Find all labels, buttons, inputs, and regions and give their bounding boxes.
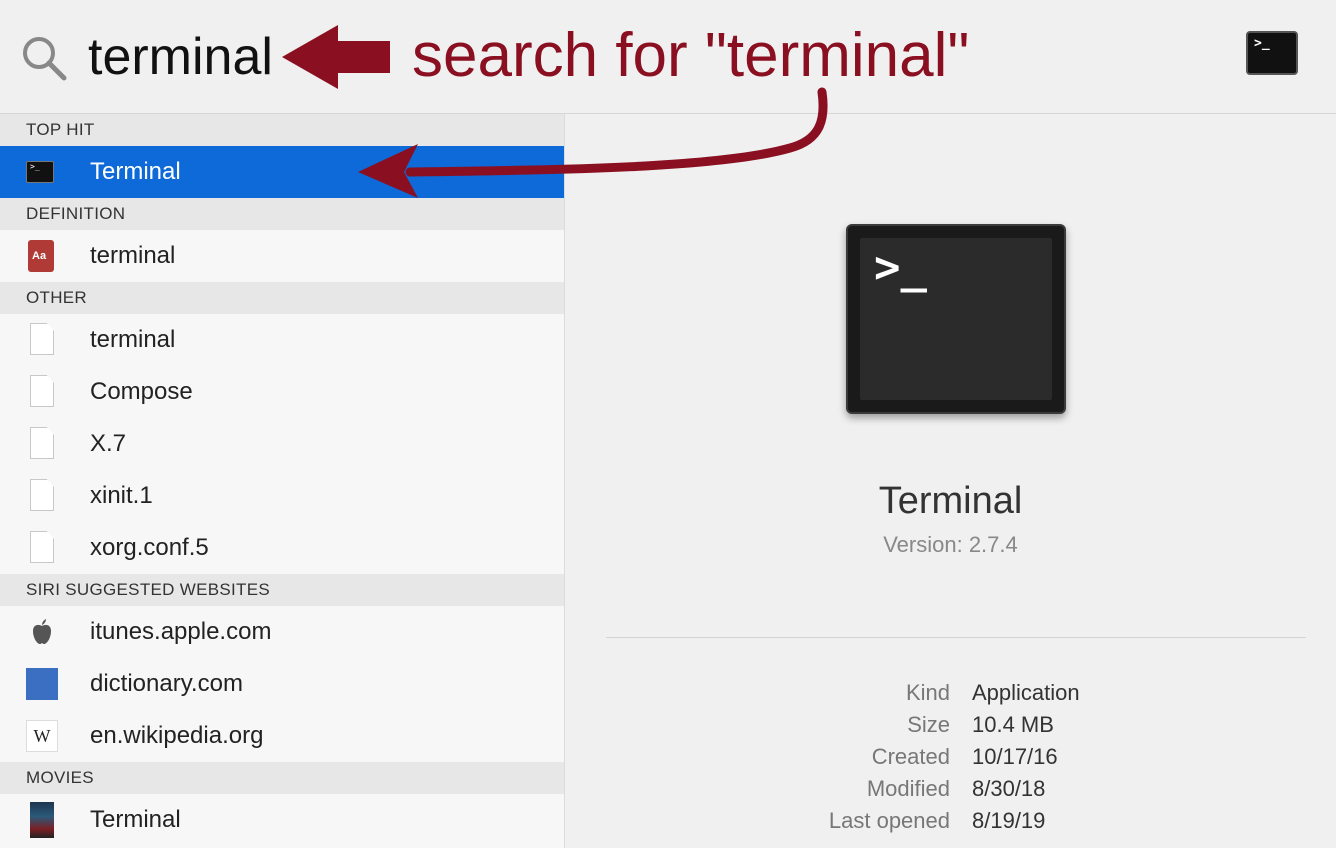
results-list: TOP HIT >_ Terminal DEFINITION Aa termin… [0,114,565,848]
result-label: xinit.1 [90,482,153,509]
result-file-xorg-conf5[interactable]: xorg.conf.5 [0,522,564,574]
result-label: en.wikipedia.org [90,722,264,749]
meta-value: 8/19/19 [972,808,1046,833]
annotation-text: search for "terminal" [412,21,970,90]
meta-value: Application [972,680,1080,705]
result-label: Compose [90,378,193,405]
result-terminal-app[interactable]: >_ Terminal [0,146,564,198]
result-label: terminal [90,242,176,269]
meta-key: Created [871,744,950,769]
result-label: Terminal [90,806,181,833]
section-header-other: OTHER [0,282,564,314]
terminal-large-icon: >_ [846,224,1066,414]
terminal-icon: >_ [26,161,54,183]
result-website-itunes[interactable]: itunes.apple.com [0,606,564,658]
section-header-siri-suggested-websites: SIRI SUGGESTED WEBSITES [0,574,564,606]
preview-pane: >_ Terminal Version: 2.7.4 Kind Applicat… [565,114,1336,848]
meta-row-kind: Kind Application [565,680,1336,712]
result-file-terminal[interactable]: terminal [0,314,564,366]
terminal-app-icon: >_ [1246,31,1298,75]
terminal-prompt-glyph: >_ [1254,36,1270,51]
result-website-wikipedia[interactable]: W en.wikipedia.org [0,710,564,762]
wikipedia-icon: W [26,720,58,752]
dictionary-com-icon [26,668,58,700]
result-label: terminal [90,326,176,353]
section-header-movies: MOVIES [0,762,564,794]
preview-app-version: Version: 2.7.4 [883,532,1018,557]
meta-key: Last opened [828,808,950,833]
meta-row-modified: Modified 8/30/18 [565,776,1336,808]
preview-divider [606,637,1306,638]
movie-poster-icon [30,802,54,838]
meta-key: Kind [905,680,950,705]
result-file-x7[interactable]: X.7 [0,418,564,470]
result-website-dictionary-com[interactable]: dictionary.com [0,658,564,710]
document-icon [30,479,54,511]
terminal-prompt-glyph: >_ [874,242,927,293]
result-label: Terminal [90,158,181,185]
meta-key: Modified [866,776,950,801]
meta-row-size: Size 10.4 MB [565,712,1336,744]
meta-key: Size [907,712,950,737]
result-label: dictionary.com [90,670,243,697]
document-icon [30,531,54,563]
meta-row-created: Created 10/17/16 [565,744,1336,776]
section-header-top-hit: TOP HIT [0,114,564,146]
search-input[interactable] [88,22,278,92]
result-label: xorg.conf.5 [90,534,209,561]
document-icon [30,375,54,407]
apple-icon [30,618,56,646]
search-icon [23,37,67,81]
result-file-xinit1[interactable]: xinit.1 [0,470,564,522]
meta-value: 10.4 MB [972,712,1054,737]
result-file-compose[interactable]: Compose [0,366,564,418]
result-movie-terminal[interactable]: Terminal [0,794,564,846]
dictionary-icon: Aa [28,240,54,272]
section-header-definition: DEFINITION [0,198,564,230]
terminal-icon-glyph: >_ [30,162,40,171]
meta-value: 10/17/16 [972,744,1058,769]
result-definition-terminal[interactable]: Aa terminal [0,230,564,282]
result-label: itunes.apple.com [90,618,272,645]
document-icon [30,323,54,355]
meta-value: 8/30/18 [972,776,1046,801]
result-label: X.7 [90,430,127,457]
dictionary-icon-text: Aa [32,250,47,262]
apple-logo-shape [33,619,51,644]
document-icon [30,427,54,459]
meta-row-last-opened: Last opened 8/19/19 [565,808,1336,840]
preview-app-name: Terminal [878,480,1023,522]
